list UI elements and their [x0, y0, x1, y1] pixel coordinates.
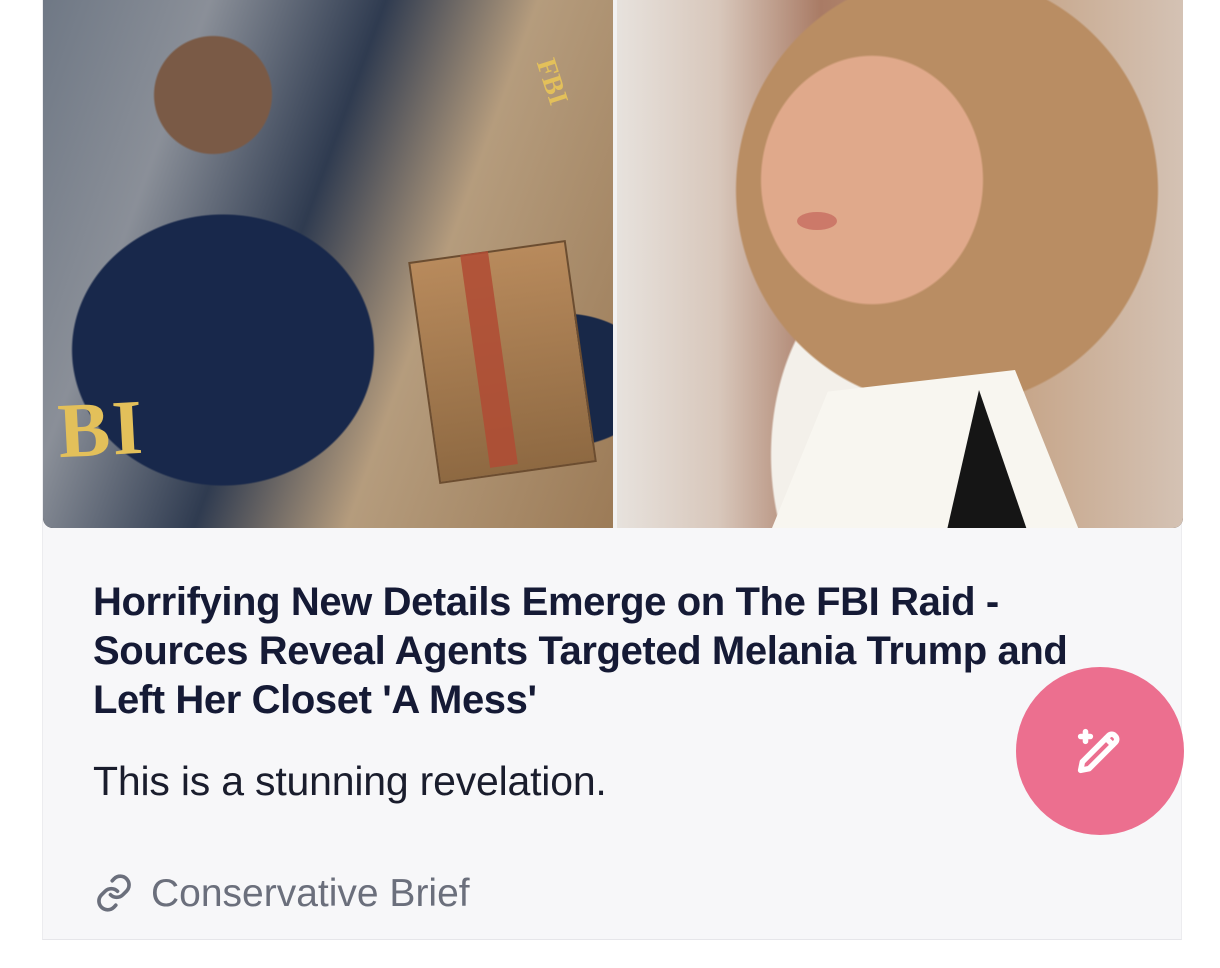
magic-edit-icon: [1071, 722, 1129, 780]
article-source-link[interactable]: Conservative Brief: [93, 872, 470, 914]
article-card[interactable]: FBI BI Horrifying New Details Emerge on …: [42, 0, 1183, 940]
agent-jacket-label-small: FBI: [529, 54, 574, 109]
article-image[interactable]: FBI BI: [43, 0, 1183, 528]
article-summary: This is a stunning revelation.: [93, 758, 607, 805]
article-headline[interactable]: Horrifying New Details Emerge on The FBI…: [93, 578, 1123, 724]
article-content: Horrifying New Details Emerge on The FBI…: [93, 578, 1123, 804]
compose-button[interactable]: [1016, 667, 1184, 835]
link-icon: [93, 872, 135, 914]
white-dress: [763, 370, 1087, 528]
melania-trump-photo: [617, 0, 1183, 528]
agent-jacket-label: BI: [55, 382, 147, 475]
fbi-raid-photo: FBI BI: [43, 0, 613, 528]
source-name: Conservative Brief: [151, 871, 470, 915]
lips-detail: [797, 212, 837, 230]
